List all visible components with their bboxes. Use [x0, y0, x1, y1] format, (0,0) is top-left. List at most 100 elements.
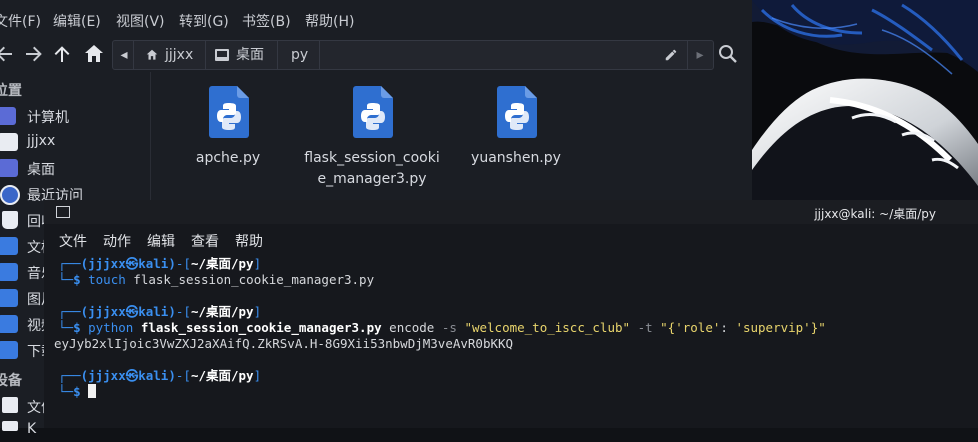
terminal-menu-edit[interactable]: 编辑 [147, 231, 175, 251]
menu-view[interactable]: 视图(V) [116, 11, 165, 31]
prompt-dollar: $ [73, 320, 81, 335]
sidebar-item-label: 计算机 [27, 110, 69, 126]
text-cursor [88, 384, 97, 398]
prompt-dollar: $ [73, 384, 81, 399]
command-name: touch [88, 272, 126, 287]
terminal-menu-help[interactable]: 帮助 [235, 231, 263, 251]
breadcrumb-label: py [291, 47, 309, 63]
command-string: "{ [660, 320, 676, 335]
desktop-icon [0, 159, 18, 177]
search-button[interactable] [716, 42, 740, 66]
prompt-path: ~/桌面/py [190, 256, 254, 271]
sidebar-devices-header: 设备 [0, 373, 22, 389]
documents-folder-icon [0, 237, 18, 255]
command-args: flask_session_cookie_manager3.py [125, 272, 375, 287]
search-icon [719, 45, 737, 63]
command-line: └─$ [58, 384, 97, 400]
window-title: jjjxx@kali: ~/桌面/py [814, 207, 936, 221]
sidebar-item-label: jjjxx [27, 133, 56, 149]
prompt-user-host: (jjjxx㉿kali) [80, 368, 176, 383]
edit-path-button[interactable] [661, 41, 681, 69]
path-scroll-right-button[interactable]: ▸ [693, 41, 707, 69]
drive-icon [2, 397, 18, 413]
command-flag: -s [441, 320, 457, 335]
python-file-icon [353, 86, 393, 138]
videos-folder-icon [0, 315, 18, 333]
path-divider [133, 41, 134, 69]
home-icon [146, 49, 158, 60]
file-name: yuanshen.py [471, 150, 561, 166]
path-divider [277, 41, 278, 69]
pictures-folder-icon [0, 289, 18, 307]
prompt-path: ~/桌面/py [190, 304, 254, 319]
command-output: eyJyb2xlIjoic3VwZXJ2aXAifQ.ZkRSvA.H-8G9X… [54, 336, 514, 351]
file-item[interactable]: yuanshen.py [444, 84, 588, 200]
breadcrumb-py[interactable]: py [291, 41, 308, 69]
file-item[interactable]: apche.py [156, 84, 300, 200]
path-divider [205, 41, 206, 69]
terminal-output[interactable]: ┌──(jjjxx㉿kali)-[~/桌面/py] └─$ touch flas… [44, 254, 978, 428]
sidebar-item-desktop[interactable]: 桌面 [0, 156, 150, 180]
menu-file[interactable]: 文件(F) [0, 11, 41, 31]
sidebar-places-header: 位置 [0, 83, 22, 99]
prompt-line: ┌──(jjjxx㉿kali)-[~/桌面/py] [58, 304, 262, 319]
menu-go[interactable]: 转到(G) [179, 11, 229, 31]
command-string: : [720, 320, 736, 335]
file-item[interactable]: flask_session_cooki e_manager3.py [300, 84, 444, 200]
sidebar-item-label: 桌面 [27, 162, 55, 178]
home-button[interactable] [82, 42, 106, 66]
command-script: flask_session_cookie_manager3.py [140, 320, 382, 335]
terminal-menu-actions[interactable]: 动作 [103, 231, 131, 251]
python-file-icon [209, 86, 249, 138]
up-button[interactable] [50, 42, 74, 66]
file-name: apche.py [195, 150, 261, 166]
sidebar-item-label: K [27, 421, 37, 437]
file-manager-menubar: 文件(F) 编辑(E) 视图(V) 转到(G) 书签(B) 帮助(H) [0, 0, 752, 36]
breadcrumb-label: 桌面 [236, 47, 264, 63]
downloads-folder-icon [0, 341, 18, 359]
menu-bookmarks[interactable]: 书签(B) [242, 11, 291, 31]
command-name: python [88, 320, 134, 335]
terminal-icon [56, 206, 70, 218]
terminal-menubar: 文件 动作 编辑 查看 帮助 [44, 224, 978, 254]
path-bar: ◂ jjjxx 桌面 py ▸ [112, 40, 714, 70]
computer-icon [0, 107, 16, 125]
trash-icon [2, 211, 18, 229]
menu-help[interactable]: 帮助(H) [305, 11, 354, 31]
terminal-titlebar: jjjxx@kali: ~/桌面/py [44, 200, 978, 224]
python-file-icon [497, 86, 537, 138]
file-manager-toolbar: ◂ jjjxx 桌面 py ▸ [0, 36, 752, 72]
sidebar-item-home[interactable]: jjjxx [0, 130, 150, 154]
command-string: 'role' [675, 320, 721, 335]
arrow-left-icon [0, 46, 12, 62]
breadcrumb-label: jjjxx [165, 47, 194, 63]
path-scroll-left-button[interactable]: ◂ [117, 41, 131, 69]
command-string: }" [810, 320, 826, 335]
prompt-user-host: (jjjxx㉿kali) [80, 256, 176, 271]
path-divider [687, 41, 688, 69]
prompt-line: ┌──(jjjxx㉿kali)-[~/桌面/py] [58, 368, 262, 383]
drive-icon [2, 421, 18, 431]
menu-edit[interactable]: 编辑(E) [53, 11, 101, 31]
recent-icon [0, 185, 20, 205]
command-string: 'supervip' [735, 320, 811, 335]
command-line: └─$ python flask_session_cookie_manager3… [58, 320, 826, 335]
desktop-icon [215, 49, 229, 61]
kali-dragon-wallpaper [752, 0, 978, 200]
forward-button[interactable] [22, 42, 46, 66]
pencil-icon [665, 49, 677, 61]
back-button[interactable] [0, 42, 16, 66]
command-subcommand: encode [381, 320, 442, 335]
sidebar-item-computer[interactable]: 计算机 [0, 104, 150, 128]
home-icon [85, 45, 103, 62]
terminal-window: jjjxx@kali: ~/桌面/py 文件 动作 编辑 查看 帮助 ┌──(j… [44, 200, 978, 428]
file-view: apche.py flask_session_cooki e_manager3.… [152, 72, 752, 200]
music-folder-icon [0, 263, 18, 281]
file-name: flask_session_cooki e_manager3.py [304, 150, 440, 187]
command-line: └─$ touch flask_session_cookie_manager3.… [58, 272, 375, 287]
command-string: "welcome_to_iscc_club" [464, 320, 631, 335]
terminal-menu-view[interactable]: 查看 [191, 231, 219, 251]
arrow-up-icon [54, 46, 70, 62]
terminal-menu-file[interactable]: 文件 [59, 231, 87, 251]
prompt-user-host: (jjjxx㉿kali) [80, 304, 176, 319]
